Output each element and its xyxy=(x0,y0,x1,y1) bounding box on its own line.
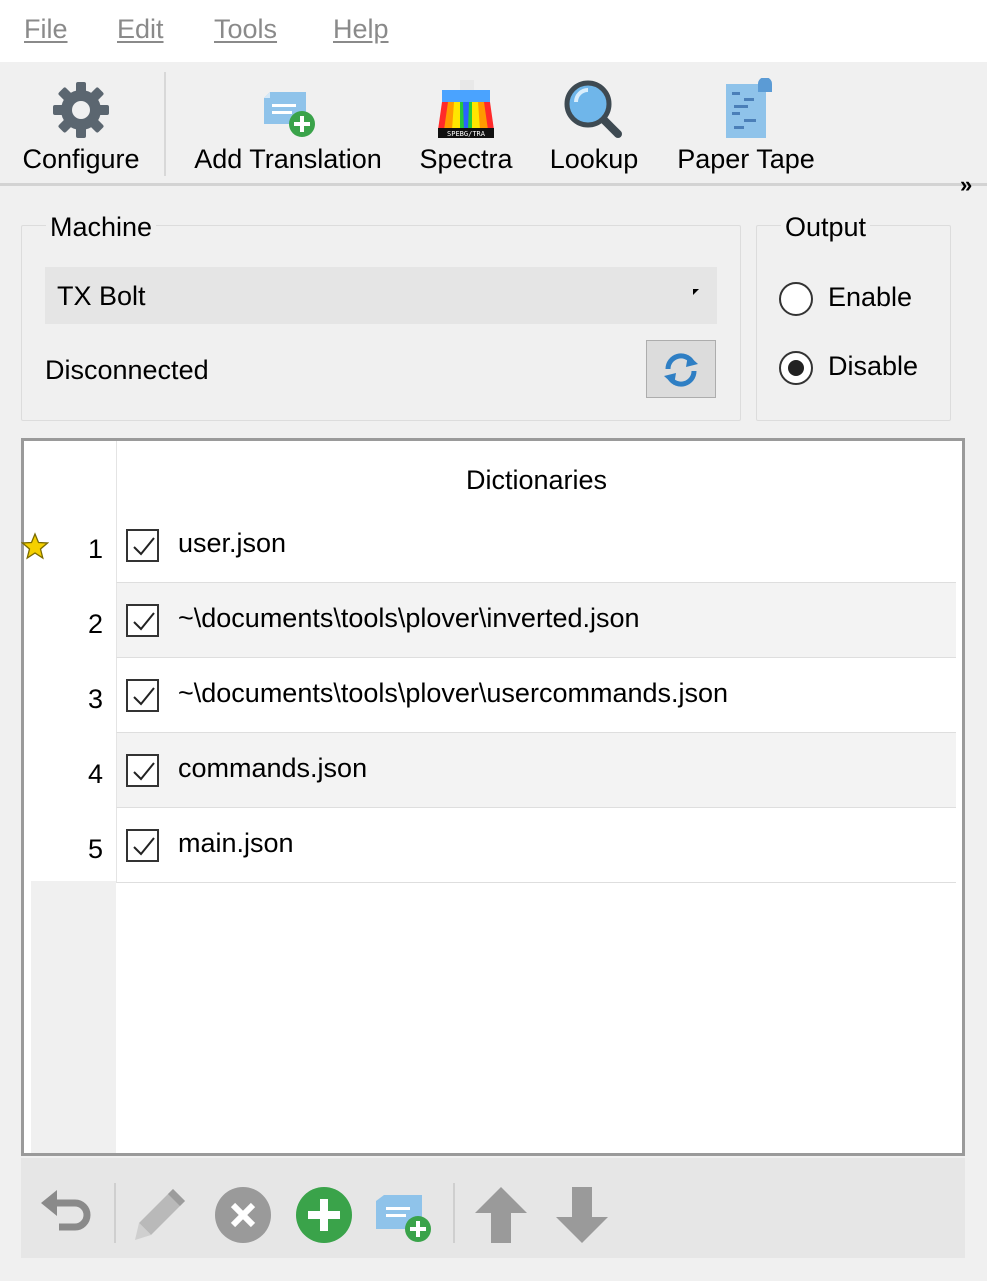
edit-pencil-icon[interactable] xyxy=(129,1185,189,1245)
spectra-button[interactable]: SPEBG/TRA Spectra xyxy=(412,62,520,183)
add-translation-button[interactable]: Add Translation xyxy=(188,62,388,183)
output-group xyxy=(756,225,951,421)
checkmark-icon xyxy=(133,537,155,556)
dictionaries-table: Dictionaries user.json ~\documents\tools… xyxy=(21,438,965,1156)
menu-bar: File Edit Tools Help xyxy=(0,0,987,62)
dictionary-row[interactable]: commands.json xyxy=(116,733,956,808)
magnifier-icon xyxy=(564,80,622,138)
paper-tape-icon xyxy=(726,78,772,138)
checkmark-icon xyxy=(133,687,155,706)
menu-help-label: Help xyxy=(333,14,389,44)
dictionaries-header-label: Dictionaries xyxy=(465,465,608,495)
menu-edit-label: Edit xyxy=(117,14,164,44)
lookup-button[interactable]: Lookup xyxy=(542,62,646,183)
menu-edit[interactable]: Edit xyxy=(117,14,164,45)
toolbar-separator xyxy=(164,72,166,176)
enable-radio[interactable] xyxy=(779,282,813,316)
dictionary-enabled-checkbox[interactable] xyxy=(126,754,159,787)
machine-select[interactable]: TX Bolt xyxy=(45,267,717,324)
menu-tools[interactable]: Tools xyxy=(214,14,277,45)
dictionary-row[interactable]: user.json xyxy=(116,508,956,583)
dictionary-row[interactable]: ~\documents\tools\plover\inverted.json xyxy=(116,583,956,658)
dictionary-enabled-checkbox[interactable] xyxy=(126,604,159,637)
refresh-icon xyxy=(664,353,698,387)
output-group-title: Output xyxy=(781,212,871,243)
row-number: 4 xyxy=(87,759,103,789)
dictionary-actions-bar xyxy=(21,1158,965,1258)
row-number: 5 xyxy=(87,834,103,864)
checkmark-icon xyxy=(133,612,155,631)
dictionary-name: main.json xyxy=(178,828,294,858)
lookup-label: Lookup xyxy=(549,144,639,174)
remove-icon[interactable] xyxy=(213,1185,273,1245)
menu-file-label: File xyxy=(24,14,68,44)
machine-status: Disconnected xyxy=(45,355,209,385)
actions-separator xyxy=(114,1183,116,1243)
disable-radio[interactable] xyxy=(779,351,813,385)
spectra-icon: SPEBG/TRA xyxy=(438,80,494,138)
dictionary-row[interactable]: ~\documents\tools\plover\usercommands.js… xyxy=(116,658,956,733)
star-icon xyxy=(21,532,49,560)
spectra-label: Spectra xyxy=(419,144,513,174)
add-dictionary-icon[interactable] xyxy=(294,1185,354,1245)
actions-separator xyxy=(453,1183,455,1243)
dictionary-name: ~\documents\tools\plover\inverted.json xyxy=(178,603,640,633)
undo-icon[interactable] xyxy=(35,1185,95,1245)
disable-radio-label: Disable xyxy=(828,351,919,381)
menu-tools-label: Tools xyxy=(214,14,278,44)
paper-tape-button[interactable]: Paper Tape xyxy=(670,62,822,183)
dictionary-row[interactable]: main.json xyxy=(116,808,956,883)
row-header-filled xyxy=(31,441,116,881)
dictionary-enabled-checkbox[interactable] xyxy=(126,529,159,562)
menu-file[interactable]: File xyxy=(24,14,68,45)
dictionaries-column-header[interactable]: Dictionaries xyxy=(116,441,956,508)
dictionary-name: commands.json xyxy=(178,753,368,783)
machine-select-value: TX Bolt xyxy=(57,281,146,311)
add-translation-icon[interactable] xyxy=(374,1185,434,1245)
enable-radio-label: Enable xyxy=(828,282,913,312)
move-up-icon[interactable] xyxy=(471,1185,531,1245)
toolbar-overflow-icon[interactable]: » xyxy=(960,172,972,198)
machine-group-title: Machine xyxy=(46,212,157,243)
dropdown-arrow-icon xyxy=(693,289,699,295)
checkmark-icon xyxy=(133,762,155,781)
dictionary-name: user.json xyxy=(178,528,287,558)
paper-tape-label: Paper Tape xyxy=(677,144,815,174)
move-down-icon[interactable] xyxy=(552,1185,612,1245)
configure-button[interactable]: Configure xyxy=(10,62,152,183)
add-translation-icon xyxy=(264,92,315,137)
checkmark-icon xyxy=(133,837,155,856)
configure-label: Configure xyxy=(22,144,140,174)
row-number: 2 xyxy=(87,609,103,639)
svg-text:SPEBG/TRA: SPEBG/TRA xyxy=(447,130,486,138)
gear-icon xyxy=(53,82,109,138)
row-number: 3 xyxy=(87,684,103,714)
dictionary-enabled-checkbox[interactable] xyxy=(126,679,159,712)
dictionary-name: ~\documents\tools\plover\usercommands.js… xyxy=(178,678,729,708)
reconnect-button[interactable] xyxy=(646,340,716,398)
main-toolbar: Configure Add Translation SPEBG/TRA Spec… xyxy=(0,62,987,197)
add-translation-label: Add Translation xyxy=(194,144,382,174)
menu-help[interactable]: Help xyxy=(333,14,389,45)
dictionary-enabled-checkbox[interactable] xyxy=(126,829,159,862)
